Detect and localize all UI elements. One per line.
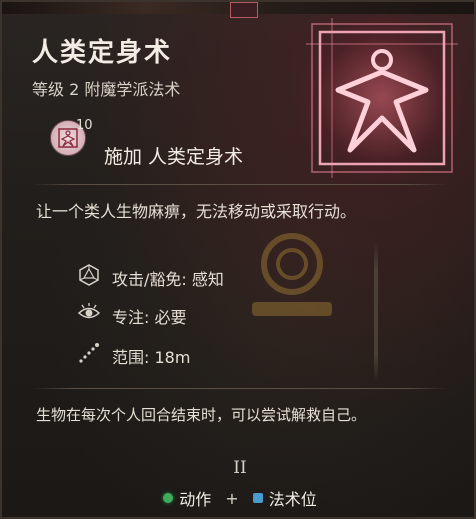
stat-range-text: 范围: 18m [112,348,191,367]
spell-description: 让一个类人生物麻痹，无法移动或采取行动。 [36,202,357,221]
action-level-number: 10 [76,118,93,133]
spell-title: 人类定身术 [32,38,173,68]
cast-action-row[interactable]: 10 施加 人类定身术 [50,118,330,170]
spell-level-roman: II [233,458,247,478]
cost-plus: + [225,488,239,508]
spell-slot-icon [252,493,263,503]
cost-action-label: 动作 [179,490,212,509]
action-label: 施加 人类定身术 [104,146,244,168]
spell-subtitle: 等级 2 附魔学派法术 [32,80,181,99]
spell-tooltip: 人类定身术 等级 2 附魔学派法术 10 施加 人类定身术 让一个类人生物麻痹，… [0,0,476,519]
stat-concentration-text: 专注: 必要 [112,308,187,327]
watermark-logo [232,224,352,334]
footer-description: 生物在每次个人回合结束时，可以尝试解救自己。 [36,406,367,424]
divider [32,184,448,185]
divider [32,388,448,389]
d20-icon [78,264,100,286]
stat-attack-save-text: 攻击/豁免: 感知 [112,270,224,289]
eye-icon [77,302,101,324]
range-icon [78,342,100,364]
cost-row: 动作 + 法术位 [2,486,474,510]
top-tab-marker[interactable] [230,2,258,18]
scrollbar[interactable] [374,242,378,382]
cost-slot-label: 法术位 [268,490,317,509]
action-dot-icon [163,493,174,503]
